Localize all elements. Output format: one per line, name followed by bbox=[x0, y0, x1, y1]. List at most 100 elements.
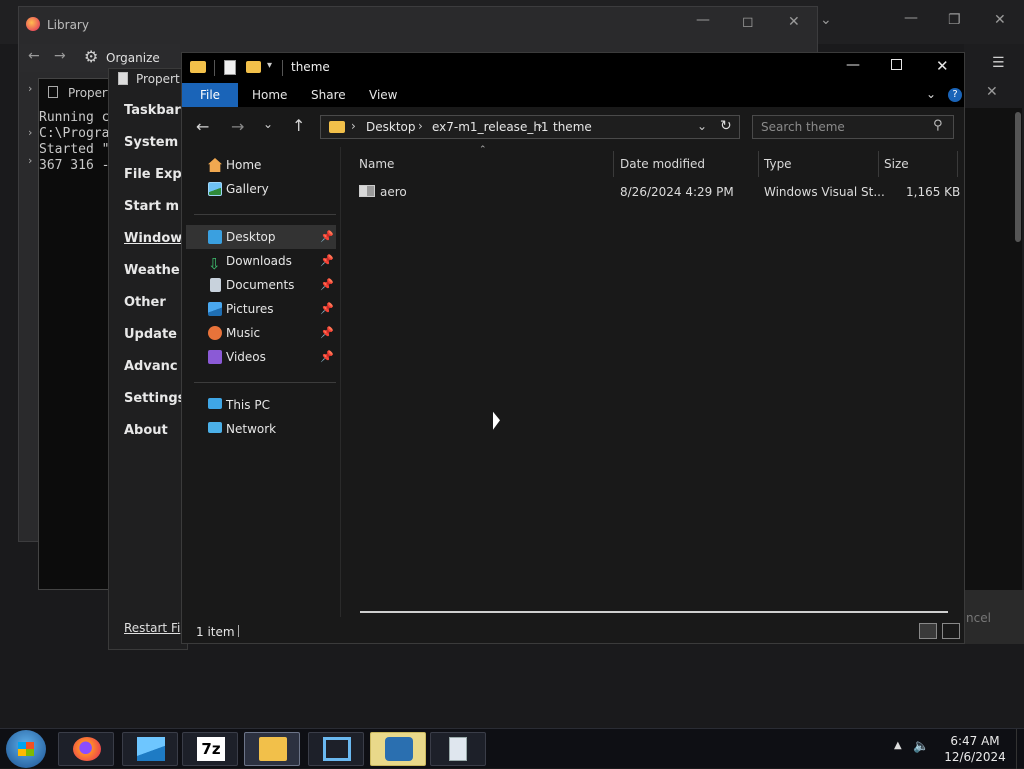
props-nav-windows[interactable]: Window bbox=[124, 231, 182, 246]
pin-icon[interactable]: 📌 bbox=[320, 249, 334, 273]
scrollbar-thumb[interactable] bbox=[1015, 112, 1021, 242]
breadcrumb-desktop[interactable]: Desktop bbox=[366, 120, 416, 134]
column-divider[interactable] bbox=[613, 151, 614, 177]
taskbar-file-explorer[interactable] bbox=[244, 732, 300, 766]
nav-item-this-pc[interactable]: This PC bbox=[186, 393, 336, 417]
maximize-button[interactable] bbox=[891, 59, 902, 70]
back-arrow-icon[interactable]: ← bbox=[28, 48, 40, 64]
nav-item-downloads[interactable]: ⇩ Downloads 📌 bbox=[186, 249, 336, 273]
search-input[interactable]: Search theme bbox=[761, 120, 845, 134]
nav-item-home[interactable]: Home bbox=[186, 153, 336, 177]
nav-divider bbox=[194, 214, 336, 215]
close-icon[interactable]: ✕ bbox=[994, 12, 1006, 28]
up-arrow-icon[interactable]: ↑ bbox=[292, 116, 305, 135]
nav-item-pictures[interactable]: Pictures 📌 bbox=[186, 297, 336, 321]
back-arrow-icon[interactable]: ← bbox=[196, 117, 209, 136]
taskbar-7zip[interactable]: 7z bbox=[182, 732, 238, 766]
new-folder-quick-icon[interactable] bbox=[246, 61, 261, 73]
clock-date[interactable]: 12/6/2024 bbox=[940, 750, 1010, 764]
column-divider[interactable] bbox=[878, 151, 879, 177]
props-nav-taskbar[interactable]: Taskbar bbox=[124, 103, 181, 118]
column-divider[interactable] bbox=[957, 151, 958, 177]
props-nav-other[interactable]: Other bbox=[124, 295, 166, 310]
pane-divider[interactable] bbox=[340, 147, 341, 617]
restart-explorer-link[interactable]: Restart Fi bbox=[124, 621, 180, 635]
props-nav-advanced[interactable]: Advanc bbox=[124, 359, 178, 374]
large-icons-view-icon[interactable] bbox=[942, 623, 960, 639]
taskbar-remote-desktop[interactable] bbox=[308, 732, 364, 766]
pin-icon[interactable]: 📌 bbox=[320, 297, 334, 321]
address-bar[interactable]: › Desktop › ex7-m1_release_h1 › theme ⌄ … bbox=[320, 115, 740, 139]
props-nav-file-explorer[interactable]: File Exp bbox=[124, 167, 182, 182]
nav-item-videos[interactable]: Videos 📌 bbox=[186, 345, 336, 369]
ribbon-expand-icon[interactable]: ⌄ bbox=[926, 87, 936, 101]
nav-label: Documents bbox=[226, 278, 295, 292]
taskbar-media[interactable] bbox=[370, 732, 426, 766]
taskbar-properties[interactable] bbox=[430, 732, 486, 766]
column-header-name[interactable]: Name bbox=[359, 153, 394, 175]
close-button[interactable]: ✕ bbox=[936, 57, 949, 75]
cancel-button-partial[interactable]: ncel bbox=[966, 611, 991, 625]
help-icon[interactable]: ? bbox=[948, 88, 962, 102]
nav-item-network[interactable]: Network bbox=[186, 417, 336, 441]
minimize-button[interactable]: — bbox=[846, 57, 860, 73]
download-icon: ⇩ bbox=[208, 255, 221, 273]
media-icon bbox=[385, 737, 413, 761]
menu-icon[interactable]: ☰ bbox=[992, 55, 1005, 71]
nav-item-documents[interactable]: Documents 📌 bbox=[186, 273, 336, 297]
tab-share[interactable]: Share bbox=[299, 83, 358, 107]
column-divider[interactable] bbox=[758, 151, 759, 177]
search-box[interactable]: Search theme ⚲ bbox=[752, 115, 954, 139]
taskbar-photos[interactable] bbox=[122, 732, 178, 766]
restore-icon[interactable]: ❐ bbox=[948, 12, 961, 28]
horizontal-scrollbar[interactable] bbox=[360, 611, 948, 613]
close-icon[interactable]: ✕ bbox=[788, 14, 800, 30]
home-icon bbox=[208, 158, 222, 172]
minimize-icon[interactable]: — bbox=[696, 12, 710, 28]
nav-item-gallery[interactable]: Gallery bbox=[186, 177, 336, 201]
quick-access-dropdown-icon[interactable]: ▾ bbox=[267, 60, 272, 71]
props-nav-updates[interactable]: Update bbox=[124, 327, 177, 342]
details-view-icon[interactable] bbox=[919, 623, 937, 639]
search-icon[interactable]: ⚲ bbox=[933, 118, 943, 133]
tab-view[interactable]: View bbox=[357, 83, 409, 107]
column-header-date[interactable]: Date modified bbox=[620, 153, 705, 175]
nav-label: Downloads bbox=[226, 254, 292, 268]
clock-time[interactable]: 6:47 AM bbox=[940, 734, 1010, 748]
tab-home[interactable]: Home bbox=[240, 83, 299, 107]
nav-label: Desktop bbox=[226, 230, 276, 244]
close-icon[interactable]: ✕ bbox=[986, 84, 998, 100]
props-nav-weather[interactable]: Weathe bbox=[124, 263, 180, 278]
organize-menu[interactable]: Organize bbox=[106, 51, 160, 65]
column-header-size[interactable]: Size bbox=[884, 153, 909, 175]
volume-muted-icon[interactable]: 🔈 bbox=[913, 739, 929, 754]
taskbar-firefox[interactable] bbox=[58, 732, 114, 766]
props-nav-settings[interactable]: Settings bbox=[124, 391, 185, 406]
properties-quick-icon[interactable] bbox=[224, 60, 236, 75]
tab-file[interactable]: File bbox=[182, 83, 238, 107]
breadcrumb-release-folder[interactable]: ex7-m1_release_h1 bbox=[432, 120, 549, 134]
start-button[interactable] bbox=[6, 730, 46, 768]
refresh-icon[interactable]: ↻ bbox=[720, 118, 732, 134]
props-nav-about[interactable]: About bbox=[124, 423, 168, 438]
address-dropdown-icon[interactable]: ⌄ bbox=[697, 119, 707, 133]
show-desktop-button[interactable] bbox=[1016, 729, 1024, 769]
maximize-icon[interactable]: ◻ bbox=[742, 14, 754, 30]
separator bbox=[282, 60, 283, 76]
props-nav-system[interactable]: System bbox=[124, 135, 178, 150]
props-nav-start-menu[interactable]: Start m bbox=[124, 199, 179, 214]
pin-icon[interactable]: 📌 bbox=[320, 225, 334, 249]
minimize-icon[interactable]: — bbox=[904, 10, 918, 26]
breadcrumb-theme[interactable]: theme bbox=[553, 120, 592, 134]
pin-icon[interactable]: 📌 bbox=[320, 273, 334, 297]
forward-arrow-icon[interactable]: → bbox=[54, 48, 66, 64]
forward-arrow-icon[interactable]: → bbox=[231, 117, 244, 136]
chevron-down-icon[interactable]: ⌄ bbox=[820, 12, 832, 28]
show-hidden-icons[interactable]: ▲ bbox=[894, 740, 902, 751]
nav-item-desktop[interactable]: Desktop 📌 bbox=[186, 225, 336, 249]
pin-icon[interactable]: 📌 bbox=[320, 345, 334, 369]
nav-item-music[interactable]: Music 📌 bbox=[186, 321, 336, 345]
pin-icon[interactable]: 📌 bbox=[320, 321, 334, 345]
column-header-type[interactable]: Type bbox=[764, 153, 792, 175]
recent-locations-icon[interactable]: ⌄ bbox=[263, 117, 273, 131]
